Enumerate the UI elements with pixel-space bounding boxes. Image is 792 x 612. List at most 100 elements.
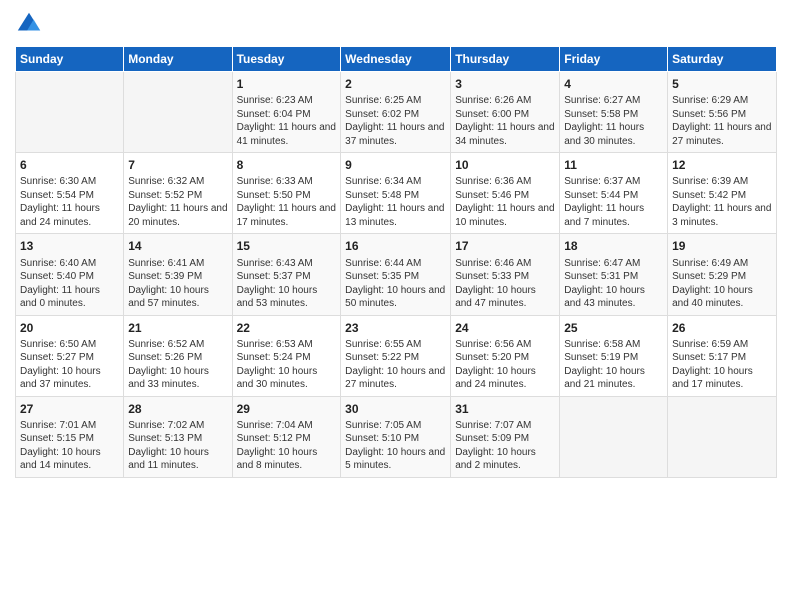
cell-info: Daylight: 11 hours and 30 minutes. bbox=[564, 121, 663, 148]
weekday-header-saturday: Saturday bbox=[668, 47, 777, 72]
day-number: 23 bbox=[345, 320, 446, 336]
calendar-row-2: 13Sunrise: 6:40 AMSunset: 5:40 PMDayligh… bbox=[16, 234, 777, 315]
calendar-cell: 30Sunrise: 7:05 AMSunset: 5:10 PMDayligh… bbox=[341, 396, 451, 477]
cell-info: Daylight: 10 hours and 11 minutes. bbox=[128, 446, 227, 473]
cell-info: Sunset: 5:10 PM bbox=[345, 432, 446, 446]
cell-info: Daylight: 10 hours and 14 minutes. bbox=[20, 446, 119, 473]
cell-info: Sunset: 5:26 PM bbox=[128, 351, 227, 365]
calendar-cell: 20Sunrise: 6:50 AMSunset: 5:27 PMDayligh… bbox=[16, 315, 124, 396]
cell-info: Sunrise: 6:56 AM bbox=[455, 338, 555, 352]
cell-info: Sunset: 5:58 PM bbox=[564, 108, 663, 122]
calendar-cell: 23Sunrise: 6:55 AMSunset: 5:22 PMDayligh… bbox=[341, 315, 451, 396]
day-number: 28 bbox=[128, 401, 227, 417]
cell-info: Sunrise: 6:26 AM bbox=[455, 94, 555, 108]
cell-info: Sunset: 5:17 PM bbox=[672, 351, 772, 365]
calendar-row-3: 20Sunrise: 6:50 AMSunset: 5:27 PMDayligh… bbox=[16, 315, 777, 396]
cell-info: Sunset: 6:04 PM bbox=[237, 108, 337, 122]
cell-info: Sunset: 5:46 PM bbox=[455, 189, 555, 203]
day-number: 3 bbox=[455, 76, 555, 92]
cell-info: Sunset: 5:15 PM bbox=[20, 432, 119, 446]
calendar-cell: 15Sunrise: 6:43 AMSunset: 5:37 PMDayligh… bbox=[232, 234, 341, 315]
day-number: 6 bbox=[20, 157, 119, 173]
calendar-cell: 16 Sunrise: 6:44 AMSunset: 5:35 PMDayligh… bbox=[341, 234, 451, 315]
cell-info: Sunset: 5:27 PM bbox=[20, 351, 119, 365]
cell-info: Sunrise: 6:30 AM bbox=[20, 175, 119, 189]
cell-info: Sunrise: 6:49 AM bbox=[672, 257, 772, 271]
calendar-cell: 25Sunrise: 6:58 AMSunset: 5:19 PMDayligh… bbox=[560, 315, 668, 396]
cell-info: Sunrise: 6:47 AM bbox=[564, 257, 663, 271]
cell-info: Sunrise: 6:58 AM bbox=[564, 338, 663, 352]
cell-info: Sunrise: 6:39 AM bbox=[672, 175, 772, 189]
cell-info: Sunset: 5:20 PM bbox=[455, 351, 555, 365]
day-number: 16 bbox=[345, 238, 446, 254]
cell-info: Sunset: 6:02 PM bbox=[345, 108, 446, 122]
cell-info: Sunset: 5:44 PM bbox=[564, 189, 663, 203]
calendar-cell: 27Sunrise: 7:01 AMSunset: 5:15 PMDayligh… bbox=[16, 396, 124, 477]
cell-info: Sunrise: 6:41 AM bbox=[128, 257, 227, 271]
calendar-cell: 10Sunrise: 6:36 AMSunset: 5:46 PMDayligh… bbox=[451, 153, 560, 234]
cell-info: Daylight: 11 hours and 41 minutes. bbox=[237, 121, 337, 148]
cell-info: Sunrise: 7:05 AM bbox=[345, 419, 446, 433]
calendar-cell: 1Sunrise: 6:23 AMSunset: 6:04 PMDaylight… bbox=[232, 72, 341, 153]
cell-info: Sunrise: 6:25 AM bbox=[345, 94, 446, 108]
day-number: 19 bbox=[672, 238, 772, 254]
cell-info: Sunset: 5:56 PM bbox=[672, 108, 772, 122]
calendar-cell: 14Sunrise: 6:41 AMSunset: 5:39 PMDayligh… bbox=[124, 234, 232, 315]
calendar-cell: 21Sunrise: 6:52 AMSunset: 5:26 PMDayligh… bbox=[124, 315, 232, 396]
calendar-cell bbox=[16, 72, 124, 153]
cell-info: Sunrise: 6:50 AM bbox=[20, 338, 119, 352]
cell-info: Daylight: 10 hours and 21 minutes. bbox=[564, 365, 663, 392]
weekday-header-monday: Monday bbox=[124, 47, 232, 72]
calendar-row-0: 1Sunrise: 6:23 AMSunset: 6:04 PMDaylight… bbox=[16, 72, 777, 153]
cell-info: Sunset: 5:37 PM bbox=[237, 270, 337, 284]
cell-info: Sunrise: 6:55 AM bbox=[345, 338, 446, 352]
cell-info: Sunset: 5:12 PM bbox=[237, 432, 337, 446]
cell-info: Sunset: 5:48 PM bbox=[345, 189, 446, 203]
cell-info: Sunrise: 6:44 AM bbox=[345, 257, 446, 271]
day-number: 26 bbox=[672, 320, 772, 336]
cell-info: Sunrise: 6:32 AM bbox=[128, 175, 227, 189]
weekday-header-sunday: Sunday bbox=[16, 47, 124, 72]
cell-info: Sunset: 6:00 PM bbox=[455, 108, 555, 122]
cell-info: Sunset: 5:39 PM bbox=[128, 270, 227, 284]
day-number: 5 bbox=[672, 76, 772, 92]
cell-info: Daylight: 10 hours and 50 minutes. bbox=[345, 284, 446, 311]
cell-info: Sunrise: 6:59 AM bbox=[672, 338, 772, 352]
cell-info: Sunset: 5:29 PM bbox=[672, 270, 772, 284]
cell-info: Daylight: 10 hours and 17 minutes. bbox=[672, 365, 772, 392]
logo bbox=[15, 10, 47, 38]
cell-info: Sunrise: 6:37 AM bbox=[564, 175, 663, 189]
cell-info: Sunset: 5:35 PM bbox=[345, 270, 446, 284]
cell-info: Daylight: 10 hours and 30 minutes. bbox=[237, 365, 337, 392]
cell-info: Daylight: 11 hours and 20 minutes. bbox=[128, 202, 227, 229]
cell-info: Sunset: 5:22 PM bbox=[345, 351, 446, 365]
cell-info: Daylight: 11 hours and 24 minutes. bbox=[20, 202, 119, 229]
calendar-cell: 11Sunrise: 6:37 AMSunset: 5:44 PMDayligh… bbox=[560, 153, 668, 234]
day-number: 21 bbox=[128, 320, 227, 336]
day-number: 22 bbox=[237, 320, 337, 336]
cell-info: Sunrise: 7:01 AM bbox=[20, 419, 119, 433]
cell-info: Sunset: 5:13 PM bbox=[128, 432, 227, 446]
cell-info: Daylight: 10 hours and 53 minutes. bbox=[237, 284, 337, 311]
day-number: 14 bbox=[128, 238, 227, 254]
day-number: 1 bbox=[237, 76, 337, 92]
cell-info: Sunset: 5:24 PM bbox=[237, 351, 337, 365]
cell-info: Sunset: 5:31 PM bbox=[564, 270, 663, 284]
cell-info: Sunset: 5:09 PM bbox=[455, 432, 555, 446]
calendar-cell: 7Sunrise: 6:32 AMSunset: 5:52 PMDaylight… bbox=[124, 153, 232, 234]
day-number: 9 bbox=[345, 157, 446, 173]
day-number: 29 bbox=[237, 401, 337, 417]
day-number: 31 bbox=[455, 401, 555, 417]
cell-info: Daylight: 10 hours and 8 minutes. bbox=[237, 446, 337, 473]
day-number: 18 bbox=[564, 238, 663, 254]
calendar-cell bbox=[668, 396, 777, 477]
calendar-cell: 2Sunrise: 6:25 AMSunset: 6:02 PMDaylight… bbox=[341, 72, 451, 153]
calendar-cell: 9Sunrise: 6:34 AMSunset: 5:48 PMDaylight… bbox=[341, 153, 451, 234]
day-number: 25 bbox=[564, 320, 663, 336]
cell-info: Daylight: 11 hours and 17 minutes. bbox=[237, 202, 337, 229]
calendar-row-4: 27Sunrise: 7:01 AMSunset: 5:15 PMDayligh… bbox=[16, 396, 777, 477]
calendar-cell bbox=[560, 396, 668, 477]
cell-info: Sunrise: 6:46 AM bbox=[455, 257, 555, 271]
cell-info: Sunset: 5:50 PM bbox=[237, 189, 337, 203]
calendar-table: SundayMondayTuesdayWednesdayThursdayFrid… bbox=[15, 46, 777, 478]
